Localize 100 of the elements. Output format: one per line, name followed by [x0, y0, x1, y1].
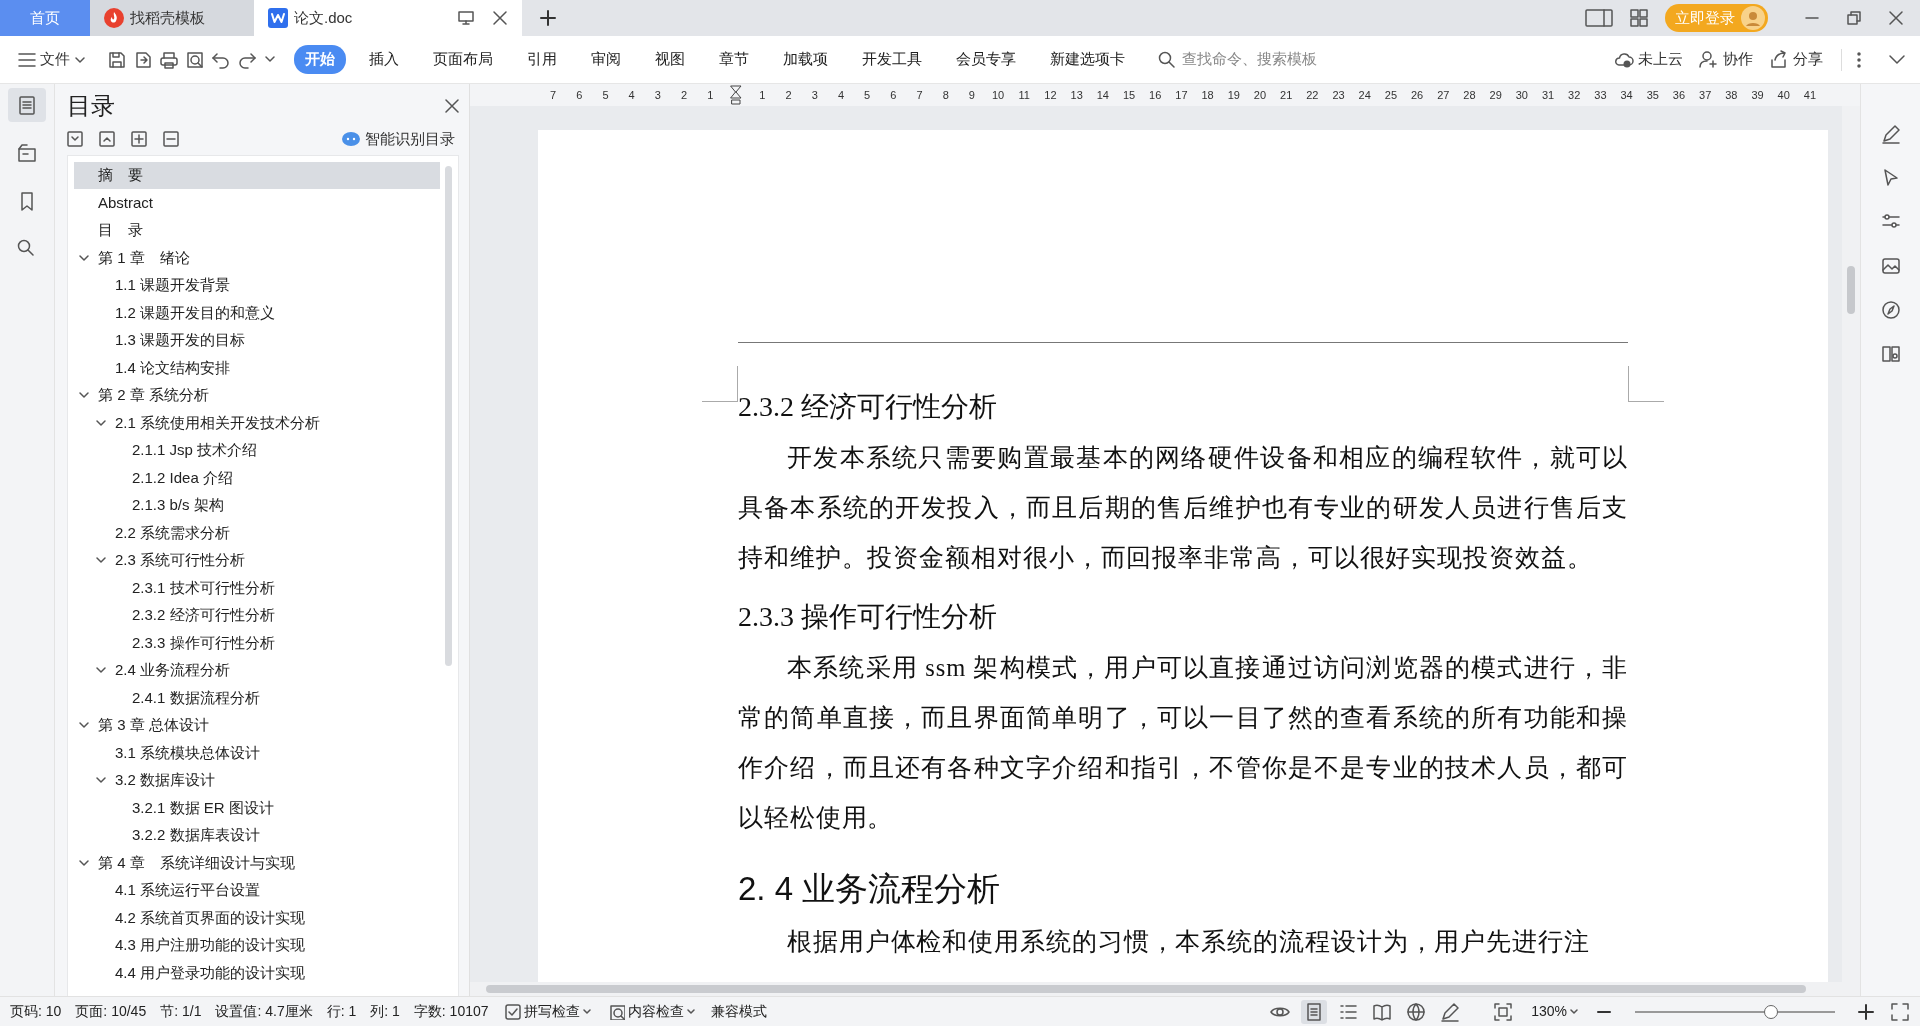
toc-item[interactable]: 2.4.1 数据流程分析	[74, 684, 440, 712]
toc-item[interactable]: 2.3.2 经济可行性分析	[74, 601, 440, 629]
toc-item[interactable]: 4.4 用户登录功能的设计实现	[74, 959, 440, 987]
scrollbar-thumb[interactable]	[1847, 266, 1855, 314]
toc-item[interactable]: 2.3.1 技术可行性分析	[74, 574, 440, 602]
file-menu[interactable]: 文件	[14, 48, 90, 71]
compass-icon[interactable]	[1880, 300, 1901, 320]
toc-item[interactable]: 2.3 系统可行性分析	[74, 546, 440, 574]
section-heading: 2. 4 业务流程分析	[738, 869, 1002, 909]
toc-item[interactable]: 3.1 系统模块总体设计	[74, 739, 440, 767]
window-tab[interactable]: 找稻壳模板	[90, 0, 254, 36]
toc-item[interactable]: 1.2 课题开发目的和意义	[74, 299, 440, 327]
toc-item[interactable]: 4.2 系统首页界面的设计实现	[74, 904, 440, 932]
ribbon-tab[interactable]: 审阅	[580, 45, 632, 74]
word-logo-icon	[268, 8, 288, 28]
status-text: 页码: 10	[10, 1002, 62, 1021]
collapse-icon[interactable]	[1888, 53, 1906, 66]
toc-item[interactable]: 第 4 章 系统详细设计与实现	[74, 849, 440, 877]
toc-item[interactable]: 3.2.2 数据库表设计	[74, 821, 440, 849]
pen-icon[interactable]	[1880, 124, 1901, 144]
close-icon[interactable]	[492, 10, 508, 26]
ribbon-tab[interactable]: 加载项	[772, 45, 839, 74]
toc-item[interactable]: 第 1 章 绪论	[74, 244, 440, 272]
ribbon-tab[interactable]: 视图	[644, 45, 696, 74]
body-paragraph: 开发本系统只需要购置最基本的网络硬件设备和相应的编程软件，就可以具备本系统的开发投入，而且后期的售后维护也有专业的研发人员进行售后支持和维护。投资金额相对很小，而回报率非常高，可以很好实现投资效益。	[738, 443, 1628, 573]
collapse-all-icon[interactable]	[99, 131, 115, 148]
share-icon	[1769, 49, 1789, 70]
toc-item[interactable]: Abstract	[74, 189, 440, 217]
smart-toc-button[interactable]: 智能识别目录	[337, 128, 459, 151]
grid-icon[interactable]	[1629, 8, 1649, 28]
toc-item[interactable]: 3.2 数据库设计	[74, 766, 440, 794]
collab-button[interactable]: 协作	[1695, 48, 1757, 71]
toc-item[interactable]: 4.3 用户注册功能的设计实现	[74, 931, 440, 959]
content-check-button[interactable]: 内容检查	[606, 1001, 697, 1022]
monitor-icon[interactable]	[458, 10, 474, 26]
zoom-in-icon[interactable]	[1858, 1003, 1874, 1020]
fit-page-icon[interactable]	[1493, 1001, 1514, 1022]
expand-all-icon[interactable]	[67, 131, 83, 148]
status-text: 节: 1/1	[160, 1002, 202, 1021]
search-icon	[1158, 50, 1176, 69]
checkbox-icon[interactable]	[504, 1003, 521, 1020]
toc-item[interactable]: 2.1 系统使用相关开发技术分析	[74, 409, 440, 437]
status-text: 设置值: 4.7厘米	[215, 1002, 313, 1021]
ribbon-tab[interactable]: 引用	[516, 45, 568, 74]
ribbon-tab[interactable]: 开发工具	[851, 45, 933, 74]
remove-level-icon[interactable]	[163, 131, 179, 148]
scrollbar-thumb[interactable]	[486, 985, 1806, 993]
add-level-icon[interactable]	[131, 131, 147, 148]
restore-icon[interactable]	[1846, 10, 1862, 26]
magnifier-icon[interactable]	[608, 1003, 625, 1020]
toc-item[interactable]: 2.1.3 b/s 架构	[74, 491, 440, 519]
toc-item[interactable]: 2.1.2 Idea 介绍	[74, 464, 440, 492]
search-field[interactable]: 查找命令、搜索模板	[1158, 47, 1380, 72]
toc-item[interactable]: 1.1 课题开发背景	[74, 271, 440, 299]
caret-icon[interactable]	[686, 1007, 695, 1016]
toc-item[interactable]: 2.1.1 Jsp 技术介绍	[74, 436, 440, 464]
spell-check-button[interactable]: 拼写检查	[502, 1001, 593, 1022]
toc-item[interactable]: 摘 要	[74, 161, 440, 189]
export-icon[interactable]	[134, 50, 152, 69]
ribbon-tab[interactable]: 新建选项卡	[1039, 45, 1136, 74]
ribbon-tab[interactable]: 会员专享	[945, 45, 1027, 74]
window-tab[interactable]: 论文.doc	[254, 0, 522, 36]
body-paragraph: 本系统采用 ssm 架构模式，用户可以直接通过访问浏览器的模式进行，非常的简单直接，而且界面简单明了，可以一目了然的查看系统的所有功能和操作介绍，而且还有各种文字介绍和指引，不管你是不是专业的技术人员，都可以轻松使用。	[738, 653, 1628, 833]
toc-item[interactable]: 第 3 章 总体设计	[74, 711, 440, 739]
print-preview-icon[interactable]	[186, 50, 204, 69]
save-icon[interactable]	[108, 50, 126, 69]
toc-item[interactable]: 4.1 系统运行平台设置	[74, 876, 440, 904]
fullscreen-icon[interactable]	[1890, 1001, 1910, 1022]
ribbon-tab[interactable]: 章节	[708, 45, 760, 74]
scrollbar-thumb[interactable]	[445, 165, 452, 666]
toc-item[interactable]: 2.4 业务流程分析	[74, 656, 440, 684]
indent-marker-icon[interactable]	[729, 85, 744, 105]
subsection-heading: 2.3.2 经济可行性分析	[738, 390, 998, 424]
close-icon[interactable]	[445, 99, 459, 113]
toc-item[interactable]: 2.3.3 操作可行性分析	[74, 629, 440, 657]
undo-icon[interactable]	[212, 50, 230, 69]
slider-thumb[interactable]	[1764, 1004, 1778, 1019]
toc-icon[interactable]	[8, 88, 46, 122]
redo-icon[interactable]	[238, 50, 256, 69]
image-icon[interactable]	[1880, 256, 1901, 276]
cloud-button[interactable]: 未上云	[1610, 48, 1687, 71]
toc-item[interactable]: 3.2.1 数据 ER 图设计	[74, 794, 440, 822]
close-icon[interactable]	[1888, 10, 1904, 26]
caret-icon[interactable]	[582, 1007, 591, 1016]
toc-item[interactable]: 目 录	[74, 216, 440, 244]
layout-icon[interactable]	[1585, 8, 1613, 28]
book-icon[interactable]	[1880, 344, 1901, 364]
share-button[interactable]: 分享	[1765, 48, 1827, 71]
zoom-dropdown[interactable]: 130%	[1529, 1001, 1580, 1022]
caret-icon[interactable]	[1570, 1007, 1578, 1016]
more-icon[interactable]	[1856, 50, 1862, 69]
toc-item[interactable]: 1.4 论文结构安排	[74, 354, 440, 382]
toc-item[interactable]: 2.2 系统需求分析	[74, 519, 440, 547]
print-icon[interactable]	[160, 50, 178, 69]
status-text: 行: 1	[326, 1002, 357, 1021]
toc-item[interactable]: 第 2 章 系统分析	[74, 381, 440, 409]
ribbon-tab[interactable]: 插入	[358, 45, 410, 74]
status-text: 兼容模式	[710, 1002, 767, 1021]
toc-item[interactable]: 1.3 课题开发的目标	[74, 326, 440, 354]
ribbon-tab[interactable]: 页面布局	[422, 45, 504, 74]
